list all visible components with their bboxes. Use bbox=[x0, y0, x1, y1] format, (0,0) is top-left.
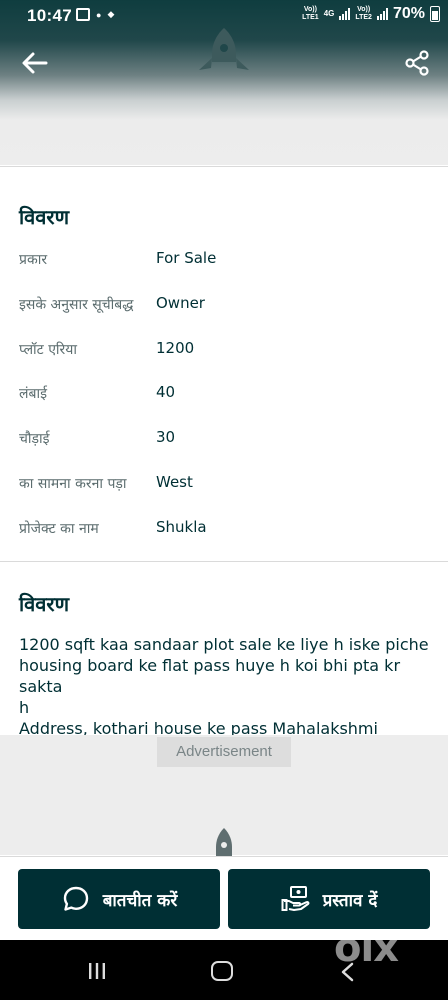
detail-label-breadth: चौड़ाई bbox=[19, 431, 50, 447]
status-indicators: Vo)) LTE1 4G Vo)) LTE2 70% bbox=[302, 5, 440, 23]
chat-button[interactable]: बातचीत करें bbox=[18, 869, 220, 929]
description-card: विवरण 1200 sqft kaa sandaar plot sale ke… bbox=[0, 561, 448, 759]
detail-value-facing: West bbox=[156, 473, 193, 491]
placeholder-logo-icon bbox=[199, 28, 249, 70]
chat-bubble-icon bbox=[63, 886, 88, 911]
make-offer-button-label: प्रस्ताव दें bbox=[322, 890, 378, 911]
share-icon bbox=[405, 50, 429, 76]
details-title: विवरण bbox=[19, 205, 70, 229]
detail-value-plot-area: 1200 bbox=[156, 339, 195, 357]
notification-icons: ● ◆ bbox=[76, 8, 114, 21]
detail-value-project-name: Shukla bbox=[156, 518, 207, 536]
sim2-lte-label: LTE2 bbox=[355, 14, 372, 21]
chat-button-label: बातचीत करें bbox=[102, 890, 178, 911]
detail-value-breadth: 30 bbox=[156, 428, 176, 446]
detail-label-length: लंबाई bbox=[19, 386, 47, 402]
app-notification-icon: ◆ bbox=[107, 9, 115, 19]
sim1-lte-label: LTE1 bbox=[302, 14, 319, 21]
signal-bars-2-icon bbox=[376, 8, 388, 20]
offer-hand-money-icon bbox=[281, 886, 310, 911]
gallery-icon bbox=[76, 8, 90, 21]
detail-label-project-name: प्रोजेक्ट का नाम bbox=[19, 521, 99, 537]
make-offer-button[interactable]: प्रस्ताव दें bbox=[228, 869, 430, 929]
detail-value-type: For Sale bbox=[156, 249, 217, 267]
recent-apps-icon[interactable] bbox=[88, 962, 106, 980]
description-line: housing board ke flat pass huye h koi bh… bbox=[19, 656, 401, 696]
detail-value-length: 40 bbox=[156, 383, 176, 401]
loading-logo-icon bbox=[216, 828, 232, 858]
detail-label-listed-by: इसके अनुसार सूचीबद्ध bbox=[19, 297, 134, 313]
olx-notification-icon: ● bbox=[96, 9, 102, 20]
detail-value-listed-by: Owner bbox=[156, 294, 205, 312]
olx-watermark-logo: olx bbox=[334, 925, 399, 971]
sim2-indicator: Vo)) LTE2 bbox=[355, 6, 372, 22]
signal-bars-icon bbox=[339, 8, 351, 20]
details-card: विवरण प्रकार For Sale इसके अनुसार सूचीबद… bbox=[0, 166, 448, 559]
detail-label-facing: का सामना करना पड़ा bbox=[19, 476, 127, 492]
sim1-indicator: Vo)) LTE1 bbox=[302, 6, 319, 22]
battery-percent: 70% bbox=[392, 5, 425, 22]
sim1-volte-label: Vo)) bbox=[303, 6, 317, 13]
status-time: 10:47 bbox=[27, 6, 72, 25]
header-area: 10:47 ● ◆ Vo)) LTE1 4G Vo)) LTE2 70% bbox=[0, 0, 448, 165]
arrow-left-icon bbox=[22, 52, 48, 74]
home-icon[interactable] bbox=[211, 961, 233, 981]
description-line: h bbox=[19, 698, 30, 717]
network-type: 4G bbox=[324, 10, 335, 18]
description-line: 1200 sqft kaa sandaar plot sale ke liye … bbox=[19, 635, 429, 654]
sim2-volte-label: Vo)) bbox=[357, 6, 371, 13]
advertisement-area: Advertisement bbox=[0, 735, 448, 858]
share-button[interactable] bbox=[402, 48, 432, 78]
detail-label-type: प्रकार bbox=[19, 252, 48, 268]
advertisement-label: Advertisement bbox=[157, 737, 291, 767]
network-4g-label: 4G bbox=[323, 9, 335, 18]
battery-icon bbox=[430, 6, 440, 22]
detail-label-plot-area: प्लॉट एरिया bbox=[19, 342, 78, 358]
back-button[interactable] bbox=[18, 47, 52, 79]
description-title: विवरण bbox=[19, 592, 70, 616]
